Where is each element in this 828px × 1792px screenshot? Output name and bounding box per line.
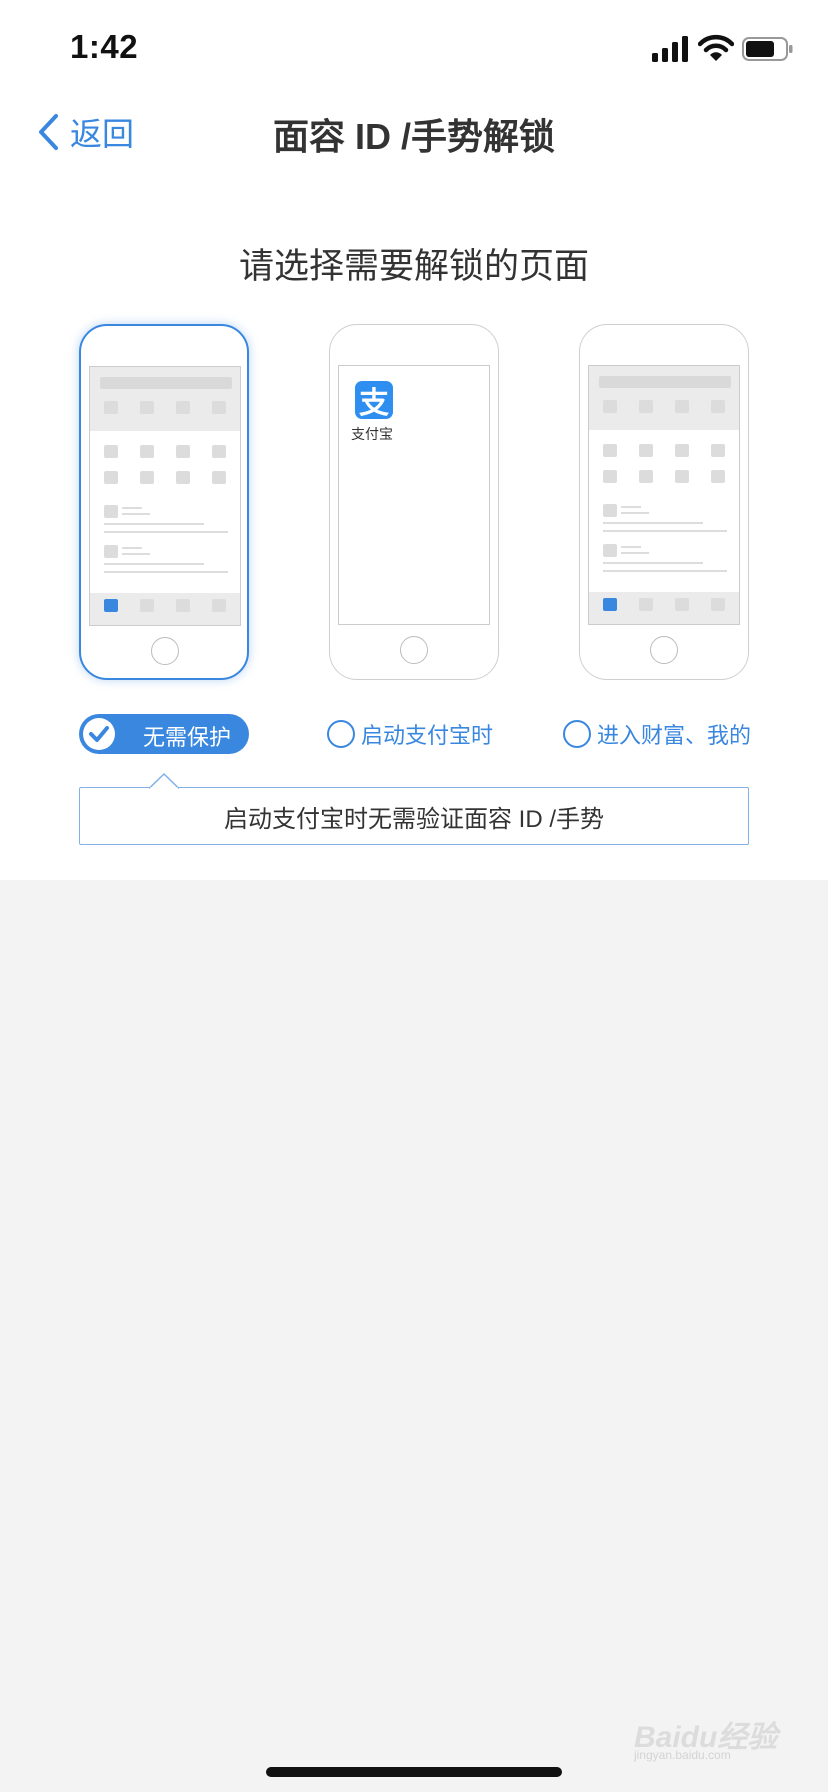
option-label: 启动支付宝时 xyxy=(361,723,494,748)
radio-unselected xyxy=(327,720,355,748)
mini-icon xyxy=(104,401,118,414)
option-label: 进入财富、我的 xyxy=(597,723,752,748)
mini-icon xyxy=(675,470,689,483)
mini-icon xyxy=(675,444,689,457)
mini-line xyxy=(104,563,204,565)
mini-icon xyxy=(639,444,653,457)
page-title: 面容 ID /手势解锁 xyxy=(272,116,555,157)
mini-line xyxy=(104,523,204,525)
description-box: 启动支付宝时无需验证面容 ID /手势 xyxy=(79,787,749,845)
mini-line xyxy=(122,513,150,515)
mini-tab-icon xyxy=(639,598,653,611)
mini-line xyxy=(603,530,727,532)
home-indicator xyxy=(266,1767,562,1777)
mini-line xyxy=(621,546,641,548)
mini-tab-icon xyxy=(104,599,118,612)
mini-search-bar xyxy=(599,376,731,388)
phone-screen xyxy=(89,366,241,626)
cellular-signal-icon xyxy=(652,36,688,62)
mini-tab-icon xyxy=(176,599,190,612)
mini-icon xyxy=(104,471,118,484)
mini-icon xyxy=(603,470,617,483)
mini-icon xyxy=(603,504,617,517)
mini-icon xyxy=(176,471,190,484)
section-heading: 请选择需要解锁的页面 xyxy=(238,247,589,286)
mini-icon xyxy=(639,400,653,413)
mini-tab-icon xyxy=(212,599,226,612)
home-button xyxy=(400,636,428,664)
option-label: 无需保护 xyxy=(143,725,232,750)
battery-icon xyxy=(742,37,793,61)
mini-line xyxy=(104,531,228,533)
mini-tab-icon xyxy=(140,599,154,612)
mini-line xyxy=(122,507,142,509)
mini-icon xyxy=(212,445,226,458)
mini-line xyxy=(603,522,703,524)
option-launch-alipay[interactable]: 启动支付宝时 xyxy=(327,718,493,750)
mini-icon xyxy=(140,401,154,414)
mini-tab-icon xyxy=(675,598,689,611)
mini-icon xyxy=(176,445,190,458)
phone-preview-launch[interactable]: 支 支付宝 xyxy=(329,324,499,680)
mini-icon xyxy=(711,444,725,457)
mini-icon xyxy=(675,400,689,413)
home-button xyxy=(650,636,678,664)
description-text: 启动支付宝时无需验证面容 ID /手势 xyxy=(223,805,604,833)
mini-line xyxy=(603,562,703,564)
wifi-icon xyxy=(698,34,734,61)
alipay-app-label: 支付宝 xyxy=(351,426,393,442)
phone-preview-wealth-mine[interactable] xyxy=(579,324,749,680)
radio-unselected xyxy=(563,720,591,748)
mini-icon xyxy=(140,471,154,484)
phone-preview-no-protection[interactable] xyxy=(79,324,249,680)
mini-icon xyxy=(104,445,118,458)
mini-line xyxy=(621,506,641,508)
option-enter-wealth-mine[interactable]: 进入财富、我的 xyxy=(563,718,751,750)
mini-icon xyxy=(104,545,118,558)
alipay-logo-icon: 支 xyxy=(355,381,393,420)
mini-icon xyxy=(212,471,226,484)
watermark-url: jingyan.baidu.com xyxy=(634,1748,731,1762)
mini-line xyxy=(621,512,649,514)
mini-line xyxy=(603,570,727,572)
mini-tab-icon xyxy=(603,598,617,611)
mini-line xyxy=(122,547,142,549)
mini-line xyxy=(122,553,150,555)
mini-line xyxy=(621,552,649,554)
mini-icon xyxy=(603,544,617,557)
mini-icon xyxy=(212,401,226,414)
home-button xyxy=(151,637,179,665)
mini-icon xyxy=(711,470,725,483)
mini-icon xyxy=(603,444,617,457)
mini-icon xyxy=(176,401,190,414)
phone-screen: 支 支付宝 xyxy=(338,365,490,625)
mini-icon xyxy=(104,505,118,518)
mini-icon xyxy=(603,400,617,413)
mini-icon xyxy=(639,470,653,483)
mini-search-bar xyxy=(100,377,232,389)
mini-line xyxy=(104,571,228,573)
phone-screen xyxy=(588,365,740,625)
mini-icon xyxy=(711,400,725,413)
check-icon xyxy=(89,726,109,742)
mini-icon xyxy=(140,445,154,458)
tooltip-arrow xyxy=(149,773,179,789)
status-time: 1:42 xyxy=(70,28,139,65)
option-no-protection[interactable]: 无需保护 xyxy=(79,714,249,754)
mini-tab-icon xyxy=(711,598,725,611)
